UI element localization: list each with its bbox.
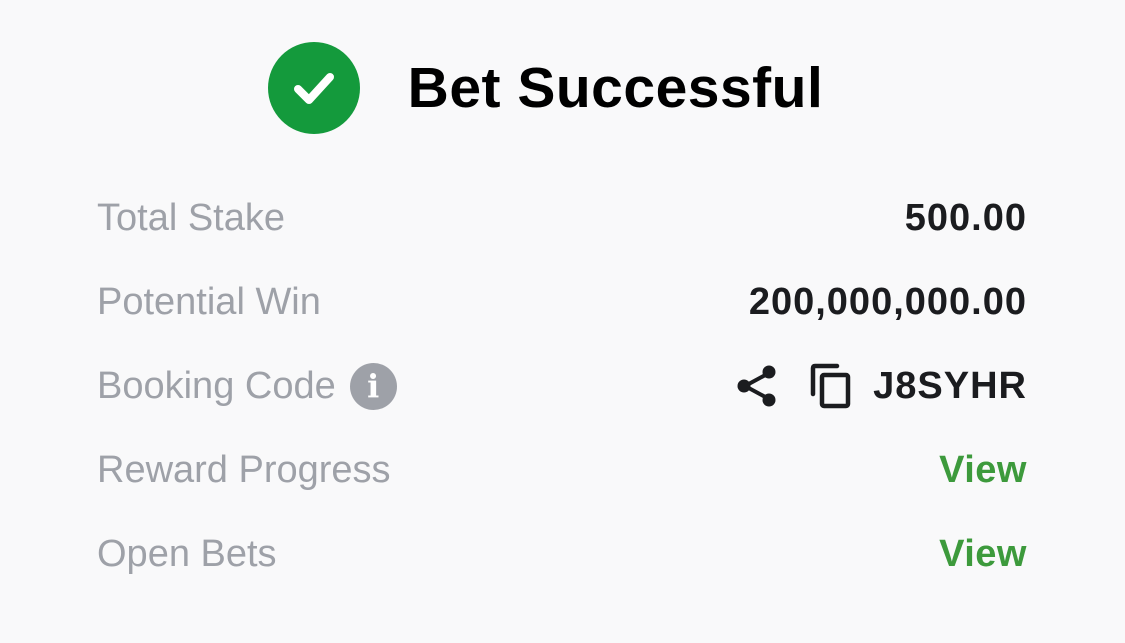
- open-bets-label: Open Bets: [97, 532, 277, 575]
- booking-code-label: Booking Code: [97, 364, 336, 407]
- potential-win-row: Potential Win 200,000,000.00: [97, 260, 1027, 344]
- share-icon[interactable]: [733, 362, 781, 410]
- reward-progress-label: Reward Progress: [97, 448, 391, 491]
- booking-code-label-group: Booking Code i: [97, 362, 397, 410]
- check-circle-icon: [267, 42, 360, 134]
- booking-code-value-group: J8SYHR: [733, 362, 1027, 410]
- potential-win-value: 200,000,000.00: [748, 280, 1027, 323]
- bet-success-header: Bet Successful: [0, 40, 1125, 136]
- open-bets-view-link[interactable]: View: [939, 533, 1027, 576]
- booking-code-row: Booking Code i J8SYHR: [97, 344, 1027, 428]
- total-stake-label: Total Stake: [97, 196, 285, 239]
- reward-progress-row: Reward Progress View: [97, 428, 1027, 512]
- total-stake-row: Total Stake 500.00: [97, 176, 1027, 260]
- booking-code-value: J8SYHR: [873, 364, 1027, 407]
- reward-progress-view-link[interactable]: View: [939, 449, 1027, 492]
- info-icon[interactable]: i: [349, 362, 397, 410]
- open-bets-row: Open Bets View: [97, 512, 1027, 596]
- potential-win-label: Potential Win: [97, 280, 321, 323]
- bet-summary: Total Stake 500.00 Potential Win 200,000…: [97, 176, 1027, 596]
- page-title: Bet Successful: [407, 56, 824, 120]
- copy-icon[interactable]: [809, 362, 853, 410]
- total-stake-value: 500.00: [904, 196, 1027, 239]
